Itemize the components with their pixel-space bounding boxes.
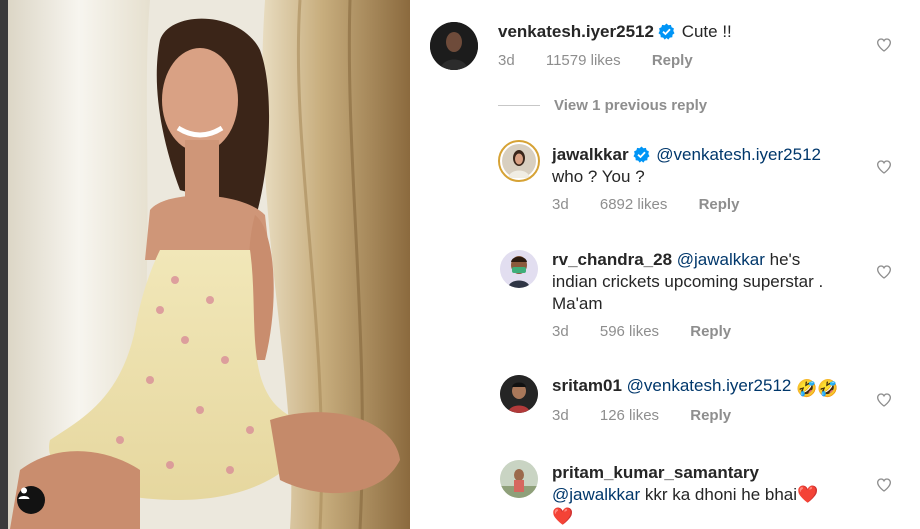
avatar[interactable] bbox=[500, 250, 538, 288]
reply-button[interactable]: Reply bbox=[690, 407, 731, 424]
comment-username[interactable]: rv_chandra_28 bbox=[552, 250, 672, 269]
heart-outline-icon[interactable] bbox=[876, 392, 892, 408]
user-tag-icon[interactable] bbox=[17, 486, 45, 514]
comment-text: ❤️ bbox=[552, 507, 574, 526]
comment-mention[interactable]: @jawalkkar bbox=[552, 485, 640, 504]
view-replies-label: View 1 previous reply bbox=[554, 97, 708, 114]
post-photo-illustration bbox=[0, 0, 410, 529]
comment-time[interactable]: 3d bbox=[552, 407, 569, 424]
laughing-emoji: 🤣🤣 bbox=[796, 379, 839, 398]
comment-username[interactable]: pritam_kumar_samantary bbox=[552, 463, 759, 482]
comment-text: Ma'am bbox=[552, 294, 603, 313]
comment-time[interactable]: 3d bbox=[552, 196, 569, 213]
comment-username[interactable]: jawalkkar bbox=[552, 145, 629, 164]
comment-text: he's bbox=[769, 250, 801, 269]
comment-text: indian crickets upcoming superstar . bbox=[552, 272, 824, 291]
avatar[interactable] bbox=[500, 375, 538, 413]
verified-badge-icon bbox=[658, 23, 675, 40]
avatar[interactable] bbox=[498, 140, 540, 182]
comment-meta: 3d 6892 likes Reply bbox=[552, 196, 766, 213]
comment-likes[interactable]: 11579 likes bbox=[546, 52, 621, 69]
comment-mention[interactable]: @jawalkkar bbox=[677, 250, 765, 269]
comment-mention[interactable]: @venkatesh.iyer2512 bbox=[627, 376, 792, 395]
avatar[interactable] bbox=[500, 460, 538, 498]
comment-username[interactable]: venkatesh.iyer2512 bbox=[498, 22, 654, 41]
heart-outline-icon[interactable] bbox=[876, 477, 892, 493]
comment-username[interactable]: sritam01 bbox=[552, 376, 622, 395]
comment-likes[interactable]: 6892 likes bbox=[600, 196, 668, 213]
heart-outline-icon[interactable] bbox=[876, 264, 892, 280]
comment-meta: 3d 11579 likes Reply bbox=[498, 52, 720, 69]
reply-button[interactable]: Reply bbox=[699, 196, 740, 213]
reply-button[interactable]: Reply bbox=[652, 52, 693, 69]
comment-likes[interactable]: 596 likes bbox=[600, 323, 659, 340]
divider-line bbox=[498, 105, 540, 106]
avatar[interactable] bbox=[430, 22, 478, 70]
heart-outline-icon[interactable] bbox=[876, 159, 892, 175]
comment-time[interactable]: 3d bbox=[552, 323, 569, 340]
comment-text: who ? You ? bbox=[552, 167, 645, 186]
comment-mention[interactable]: @venkatesh.iyer2512 bbox=[656, 145, 821, 164]
comment-meta: 3d 596 likes Reply bbox=[552, 323, 758, 340]
comment-meta: 3d 126 likes Reply bbox=[552, 407, 758, 424]
view-replies-toggle[interactable]: View 1 previous reply bbox=[498, 97, 707, 114]
comment-likes[interactable]: 126 likes bbox=[600, 407, 659, 424]
comment-text: Cute !! bbox=[681, 22, 732, 41]
heart-outline-icon[interactable] bbox=[876, 37, 892, 53]
comment-text: kkr ka dhoni he bhai❤️ bbox=[644, 485, 819, 504]
post-photo[interactable] bbox=[0, 0, 410, 529]
verified-badge-icon bbox=[633, 146, 650, 163]
reply-button[interactable]: Reply bbox=[690, 323, 731, 340]
comment-time[interactable]: 3d bbox=[498, 52, 515, 69]
comments-panel: venkatesh.iyer2512 Cute !! 3d 11579 like… bbox=[410, 0, 920, 529]
